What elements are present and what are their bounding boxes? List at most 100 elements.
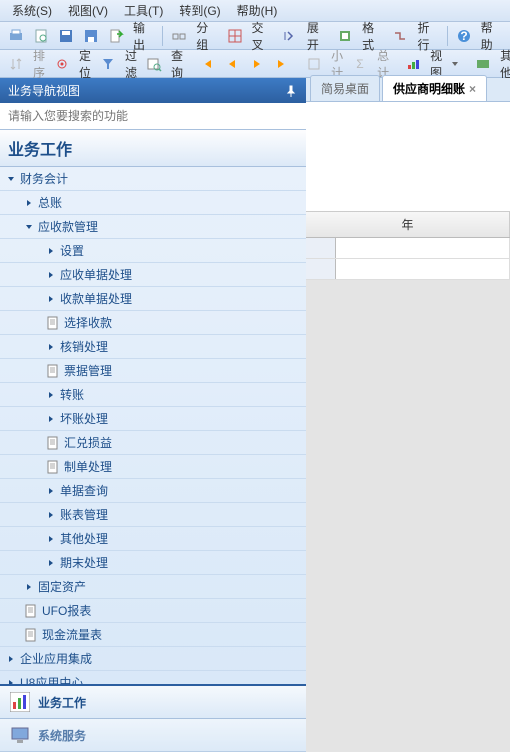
document-icon <box>24 628 38 642</box>
filter-icon[interactable] <box>96 54 120 74</box>
tree-item[interactable]: 账表管理 <box>0 503 306 527</box>
tree-item[interactable]: 现金流量表 <box>0 623 306 647</box>
search-input[interactable] <box>2 105 304 127</box>
chevron-right-icon <box>46 342 56 352</box>
tree-item-label: 票据管理 <box>64 362 112 379</box>
other-button[interactable]: 其他 <box>496 45 510 83</box>
tree-item[interactable]: 设置 <box>0 239 306 263</box>
tree-item[interactable]: 汇兑损益 <box>0 431 306 455</box>
grid-cell[interactable] <box>336 259 510 279</box>
tree-item[interactable]: 应收单据处理 <box>0 263 306 287</box>
document-icon <box>24 604 38 618</box>
section-title: 业务工作 <box>0 130 306 167</box>
bottom-work-label: 业务工作 <box>38 694 86 711</box>
pin-icon[interactable] <box>284 84 298 98</box>
print-setup-icon[interactable] <box>4 26 28 46</box>
expand-icon[interactable] <box>278 26 302 46</box>
tree-item-label: 其他处理 <box>60 530 108 547</box>
tree-item-label: 固定资产 <box>38 578 86 595</box>
ungroup-icon[interactable] <box>167 26 191 46</box>
document-icon <box>46 460 60 474</box>
tree-item[interactable]: U8应用中心 <box>0 671 306 684</box>
tree-item[interactable]: 选择收款 <box>0 311 306 335</box>
tree-item[interactable]: 单据查询 <box>0 479 306 503</box>
tree-item-label: 转账 <box>60 386 84 403</box>
table-row <box>306 259 510 280</box>
tree-item[interactable]: 总账 <box>0 191 306 215</box>
nav-title: 业务导航视图 <box>8 82 80 99</box>
query-button[interactable]: 查询 <box>167 45 187 83</box>
nav-header: 业务导航视图 <box>0 78 306 103</box>
tree-item[interactable]: 期末处理 <box>0 551 306 575</box>
tab-simple-desktop[interactable]: 简易桌面 <box>310 75 380 101</box>
cross-button[interactable]: 交叉 <box>248 17 277 55</box>
tree-item-label: 坏账处理 <box>60 410 108 427</box>
export-icon[interactable] <box>104 26 128 46</box>
viewchart-dropdown-icon[interactable] <box>447 54 463 74</box>
viewchart-icon[interactable] <box>401 54 425 74</box>
chevron-right-icon <box>46 270 56 280</box>
tree-item[interactable]: 其他处理 <box>0 527 306 551</box>
save-icon[interactable] <box>54 26 78 46</box>
tree-item-label: 财务会计 <box>20 170 68 187</box>
tree-item[interactable]: 坏账处理 <box>0 407 306 431</box>
bottom-work-button[interactable]: 业务工作 <box>0 686 306 719</box>
grid-cell[interactable] <box>336 238 510 258</box>
chevron-right-icon <box>46 390 56 400</box>
tab-supplier-detail[interactable]: 供应商明细账 × <box>382 75 487 101</box>
filter-button[interactable]: 过滤 <box>121 45 141 83</box>
chevron-down-icon <box>6 174 16 184</box>
tree-item-label: 收款单据处理 <box>60 290 132 307</box>
document-icon <box>46 436 60 450</box>
nav-next-icon[interactable] <box>245 54 269 74</box>
tree-item-label: 汇兑损益 <box>64 434 112 451</box>
other-icon[interactable] <box>471 54 495 74</box>
toolbar-2: 排序 定位 过滤 查询 小计 Σ 总计 视图 其他 <box>0 50 510 78</box>
total-icon: Σ <box>348 54 372 74</box>
locate-button[interactable]: 定位 <box>75 45 95 83</box>
tree-item[interactable]: 应收款管理 <box>0 215 306 239</box>
group-button[interactable]: 分组 <box>192 17 221 55</box>
chart-icon <box>10 692 30 712</box>
tree-item-label: 现金流量表 <box>42 626 102 643</box>
fold-icon[interactable] <box>388 26 412 46</box>
row-header-cell <box>306 259 336 279</box>
tree-item-label: 选择收款 <box>64 314 112 331</box>
menu-view[interactable]: 视图(V) <box>60 0 116 22</box>
nav-prev-icon[interactable] <box>220 54 244 74</box>
nav-last-icon[interactable] <box>270 54 294 74</box>
tree-item[interactable]: 收款单据处理 <box>0 287 306 311</box>
nav-first-icon[interactable] <box>195 54 219 74</box>
locate-icon[interactable] <box>50 54 74 74</box>
close-icon[interactable]: × <box>469 82 476 96</box>
tree-item[interactable]: 核销处理 <box>0 335 306 359</box>
tree-item-label: 账表管理 <box>60 506 108 523</box>
help-icon[interactable]: ? <box>452 26 476 46</box>
tree-item[interactable]: 固定资产 <box>0 575 306 599</box>
format-icon[interactable] <box>333 26 357 46</box>
query-icon[interactable] <box>142 54 166 74</box>
chevron-right-icon <box>46 558 56 568</box>
bottom-service-button[interactable]: 系统服务 <box>0 719 306 752</box>
content-area: 简易桌面 供应商明细账 × 年 <box>306 78 510 752</box>
tree-item[interactable]: 转账 <box>0 383 306 407</box>
tree-item[interactable]: 企业应用集成 <box>0 647 306 671</box>
search-row <box>0 103 306 130</box>
tree-item[interactable]: 制单处理 <box>0 455 306 479</box>
save-as-icon[interactable] <box>79 26 103 46</box>
tree-item-label: 制单处理 <box>64 458 112 475</box>
chevron-right-icon <box>46 510 56 520</box>
bottom-service-label: 系统服务 <box>38 727 86 744</box>
tree-item-label: 应收单据处理 <box>60 266 132 283</box>
tree-item[interactable]: 票据管理 <box>0 359 306 383</box>
sort-button: 排序 <box>29 45 49 83</box>
grid-header: 年 <box>306 212 510 238</box>
print-preview-icon[interactable] <box>29 26 53 46</box>
tree-item[interactable]: UFO报表 <box>0 599 306 623</box>
menu-system[interactable]: 系统(S) <box>4 0 60 22</box>
tree-item-label: 企业应用集成 <box>20 650 92 667</box>
table-row <box>306 238 510 259</box>
tree-item[interactable]: 财务会计 <box>0 167 306 191</box>
cross-icon[interactable] <box>223 26 247 46</box>
document-icon <box>46 364 60 378</box>
